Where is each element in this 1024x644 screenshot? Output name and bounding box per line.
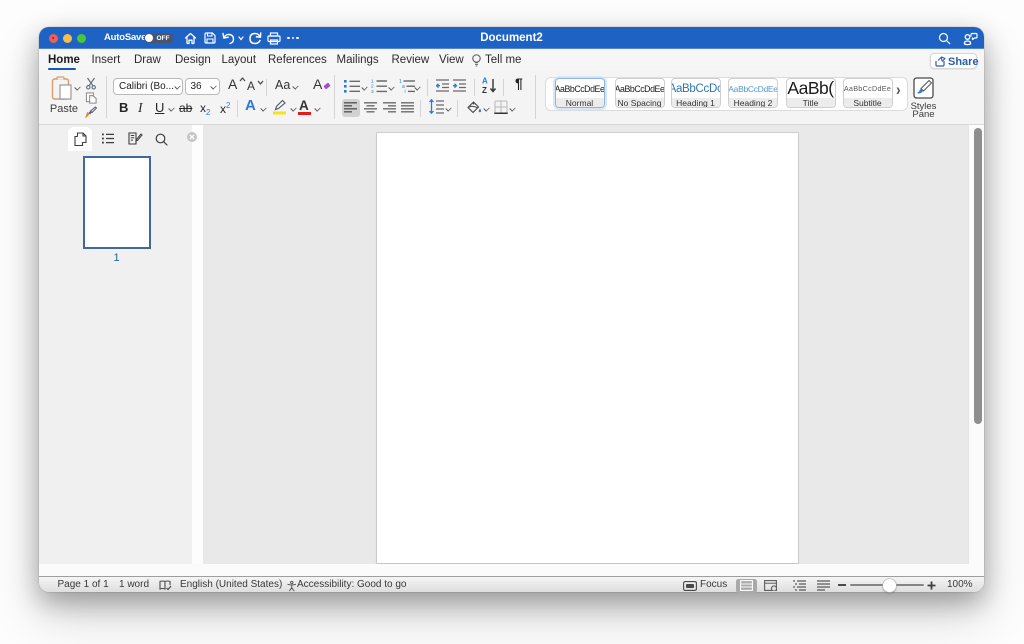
svg-text:i: i — [405, 89, 406, 93]
svg-text:3: 3 — [371, 89, 374, 93]
svg-text:2: 2 — [371, 84, 374, 90]
svg-text:A: A — [482, 77, 488, 86]
svg-text:1: 1 — [371, 79, 374, 85]
svg-text:Z: Z — [482, 86, 487, 95]
